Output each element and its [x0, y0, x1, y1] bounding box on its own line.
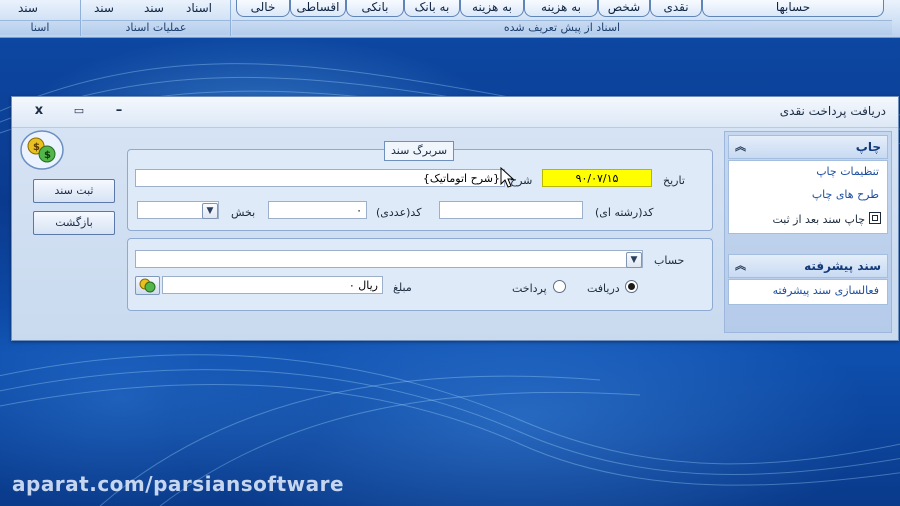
ribbon-tab-cash[interactable]: نقدی [650, 0, 702, 17]
advanced-section-title: سند پیشرفته [804, 259, 881, 273]
account-dropdown-icon[interactable]: ▼ [626, 252, 642, 268]
print-designs-link[interactable]: طرح های چاپ [812, 188, 879, 201]
code-numeric-field[interactable]: ۰ [268, 201, 367, 219]
dialog-title: دریافت پرداخت نقدی [779, 104, 886, 118]
advanced-section-body: فعالسازی سند پیشرفته [728, 279, 888, 305]
coins-icon [139, 278, 156, 293]
ribbon-doc-op-button-3[interactable]: سند [94, 0, 114, 18]
svg-text:$: $ [44, 150, 51, 161]
pay-radio[interactable] [553, 280, 566, 293]
ribbon-tab-empty[interactable]: خالی [236, 0, 290, 17]
print-section-title: چاپ [855, 140, 881, 154]
back-button[interactable]: بازگشت [33, 211, 115, 235]
checkbox-icon[interactable] [869, 212, 881, 224]
code-string-field[interactable] [439, 201, 583, 219]
ribbon-doc-op-button-2[interactable]: سند [144, 0, 164, 18]
date-field[interactable]: ۹۰/۰۷/۱۵ [542, 169, 652, 187]
code-string-label: کد(رشته ای) [595, 206, 654, 219]
document-detail-box: حساب ▼ دریافت پرداخت مبلغ ریال ۰ [127, 238, 713, 311]
collapse-chevron-icon[interactable]: ︽ [735, 136, 746, 158]
account-label: حساب [654, 254, 685, 267]
activate-advanced-link[interactable]: فعالسازی سند پیشرفته [773, 284, 879, 297]
ribbon-tab-to-bank[interactable]: به بانک [404, 0, 460, 17]
ribbon-tab-installment[interactable]: اقساطی [290, 0, 346, 17]
svg-text:$: $ [33, 142, 40, 153]
money-logo-icon: $ $ [20, 130, 64, 170]
cash-dialog: x ▭ – دریافت پرداخت نقدی $ $ ثبت سند باز… [11, 96, 899, 341]
section-label: بخش [231, 206, 256, 219]
minimize-button[interactable]: – [110, 102, 128, 120]
save-document-button[interactable]: ثبت سند [33, 179, 115, 203]
ribbon-group-predefined-label: اسناد از پیش تعریف شده [232, 20, 892, 35]
calculator-button[interactable] [135, 276, 160, 295]
ribbon-group-doc-operations-label: عملیات اسناد [82, 20, 230, 35]
ribbon-tab-to-expense-1[interactable]: به هزینه [460, 0, 524, 17]
close-button[interactable]: x [30, 102, 48, 120]
print-section-header[interactable]: چاپ ︽ [728, 135, 888, 159]
ribbon-group-predefined: خالی اقساطی بانکی به بانک به هزینه به هز… [232, 0, 892, 36]
print-settings-link[interactable]: تنظیمات چاپ [816, 165, 879, 178]
print-after-save-checkbox[interactable]: چاپ سند بعد از ثبت [772, 212, 881, 226]
code-numeric-label: کد(عددی) [376, 206, 422, 219]
advanced-section-header[interactable]: سند پیشرفته ︽ [728, 254, 888, 278]
document-header-title: سربرگ سند [384, 141, 455, 161]
ribbon-group-document: سند اسنا [0, 0, 81, 36]
section-dropdown-icon[interactable]: ▼ [202, 203, 218, 219]
ribbon-tab-to-expense-2[interactable]: به هزینه [524, 0, 598, 17]
amount-label: مبلغ [393, 281, 412, 294]
pay-label: پرداخت [512, 282, 547, 295]
description-field[interactable]: {شرح اتوماتیک} [135, 169, 505, 187]
ribbon-group-document-label: اسنا [0, 20, 80, 35]
print-section-body: تنظیمات چاپ طرح های چاپ چاپ سند بعد از ث… [728, 160, 888, 234]
mouse-cursor-icon [500, 167, 515, 188]
amount-field[interactable]: ریال ۰ [162, 276, 383, 294]
ribbon-tab-bank[interactable]: بانکی [346, 0, 404, 17]
dialog-client: $ $ ثبت سند بازگشت سربرگ سند تاریخ ۹۰/۰۷… [12, 128, 898, 340]
ribbon: سند اسنا سند سند اسناد عملیات اسناد خالی… [0, 0, 900, 38]
dialog-titlebar: x ▭ – دریافت پرداخت نقدی [12, 97, 898, 128]
ribbon-tab-accounts[interactable]: حسابها [702, 0, 884, 17]
ribbon-group-doc-operations: سند سند اسناد عملیات اسناد [82, 0, 231, 36]
account-select[interactable] [135, 250, 643, 268]
date-label: تاریخ [663, 174, 685, 187]
print-after-save-label: چاپ سند بعد از ثبت [772, 213, 866, 226]
receive-radio[interactable] [625, 280, 638, 293]
ribbon-document-button[interactable]: سند [18, 0, 38, 18]
watermark-text: aparat.com/parsiansoftware [12, 472, 345, 496]
receive-label: دریافت [587, 282, 620, 295]
collapse-chevron-icon[interactable]: ︽ [735, 255, 746, 277]
ribbon-doc-op-button-1[interactable]: اسناد [186, 0, 212, 18]
document-header-box: سربرگ سند تاریخ ۹۰/۰۷/۱۵ شرح {شرح اتومات… [127, 141, 713, 231]
side-panel: چاپ ︽ تنظیمات چاپ طرح های چاپ چاپ سند بع… [724, 131, 892, 333]
restore-button[interactable]: ▭ [70, 102, 88, 120]
ribbon-tab-person[interactable]: شخص [598, 0, 650, 17]
